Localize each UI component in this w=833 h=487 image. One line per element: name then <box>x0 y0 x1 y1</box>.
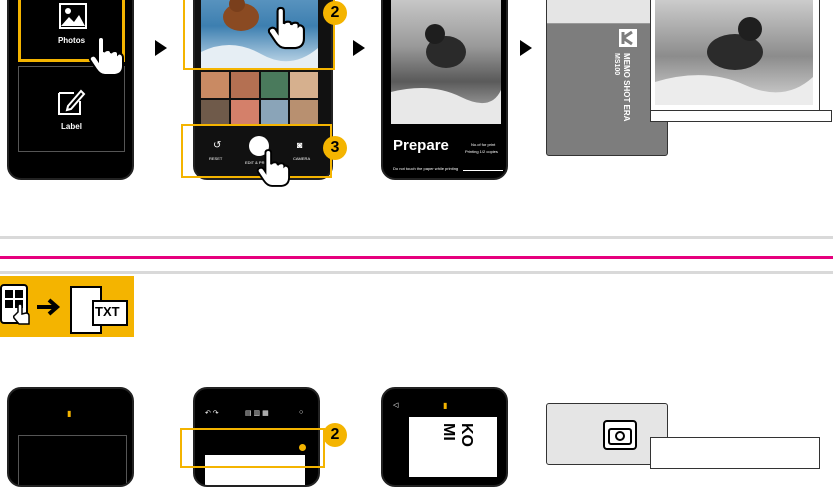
gray-rule <box>0 236 833 239</box>
phone-bottom-3: ◁ ▮ KO MI <box>381 387 508 487</box>
section-header-icon: TXT <box>0 276 134 337</box>
rotated-text-2: MI <box>440 423 457 441</box>
step-arrow <box>353 40 365 56</box>
step-arrow <box>520 40 532 56</box>
hand-pointer-icon <box>88 36 124 76</box>
edit-icon <box>58 89 86 115</box>
step-arrow <box>155 40 167 56</box>
printer-model: MEMO SHOT ERA <box>622 53 631 122</box>
top-toolbar: ↶ ↷ <box>205 410 219 417</box>
step2-badge: 2 <box>323 423 347 447</box>
printer-top-panel <box>547 0 667 24</box>
phone-menu-screen: Photos Label <box>7 0 134 180</box>
content-tile <box>18 435 127 485</box>
photo-grid <box>201 72 318 126</box>
hand-pointer-icon <box>256 149 290 187</box>
prepare-note: Do not touch the paper while printing <box>393 166 459 171</box>
step3-badge: 3 <box>323 136 347 160</box>
phone-bottom-1: ▮ <box>7 387 134 487</box>
camera-icon <box>603 420 637 450</box>
step2-badge: 2 <box>323 1 347 25</box>
prepare-copies: Printing 1/2 copies <box>465 149 498 154</box>
printed-photo <box>650 0 820 113</box>
step2-highlight <box>183 0 335 70</box>
label-preview: KO MI <box>409 417 497 477</box>
text-output-icon: TXT <box>70 286 128 334</box>
phone-prepare-screen: Prepare No.of for print Printing 1/2 cop… <box>381 0 508 180</box>
back-icon[interactable]: ◁ <box>393 401 398 409</box>
grayscale-photo <box>391 0 501 124</box>
prepare-title: Prepare <box>393 137 449 154</box>
toolbar-right: ○ <box>299 409 304 416</box>
printed-label-bottom <box>650 437 820 469</box>
status-dot: ▮ <box>443 401 448 410</box>
printer-code: MS100 <box>613 53 620 76</box>
label-tile[interactable]: Label <box>18 66 125 152</box>
gray-rule <box>0 271 833 274</box>
yellow-dot <box>299 444 306 451</box>
txt-label: TXT <box>95 304 120 319</box>
kodak-logo <box>619 29 637 47</box>
prepare-count: No.of for print <box>471 142 496 147</box>
arrow-right-icon <box>37 298 61 316</box>
image-icon <box>59 3 87 29</box>
rotated-text-1: KO <box>458 423 475 447</box>
paper-tray <box>650 110 832 122</box>
status-dot: ▮ <box>67 409 72 418</box>
hand-pointer-icon <box>267 6 305 50</box>
label-label: Label <box>61 122 82 131</box>
toolbar-center: ▤ ▥ ▦ <box>245 410 269 417</box>
magenta-rule <box>0 256 833 259</box>
app-grid-icon <box>0 284 30 325</box>
progress-line <box>463 170 503 171</box>
